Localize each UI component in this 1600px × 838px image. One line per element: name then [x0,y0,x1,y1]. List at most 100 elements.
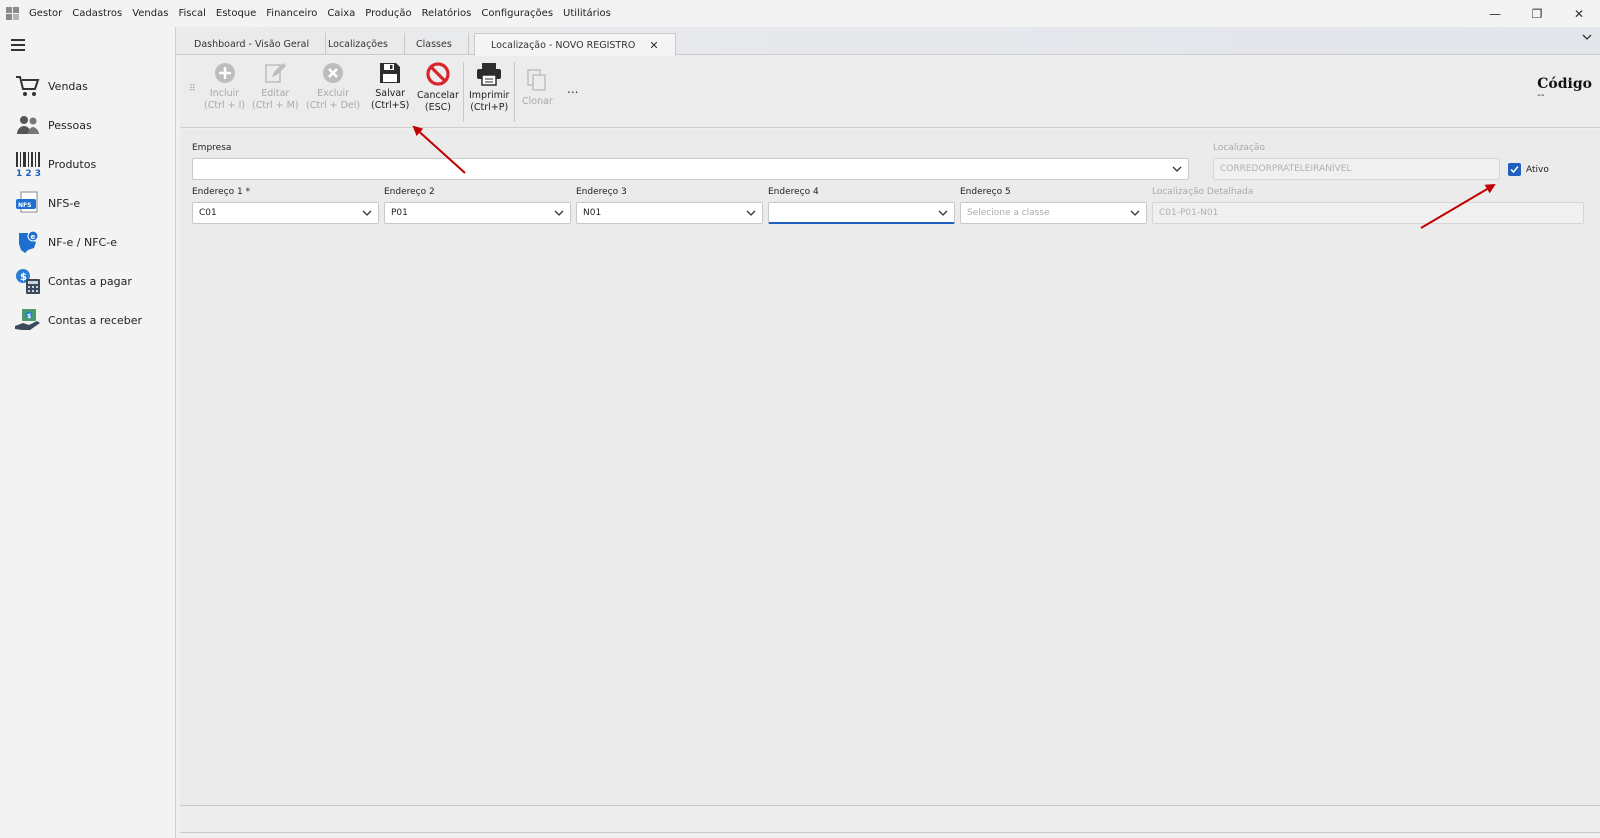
sidebar-item-contas-a-receber[interactable]: $ Contas a receber [14,303,174,337]
menu-vendas[interactable]: Vendas [127,8,173,19]
chevron-down-icon [1172,166,1182,172]
menu-financeiro[interactable]: Financeiro [261,8,322,19]
chevron-down-icon [554,210,564,216]
sidebar-item-label: Vendas [48,79,88,93]
empresa-select[interactable] [192,158,1189,180]
printer-icon [477,63,502,86]
sidebar-item-produtos[interactable]: 1 2 3 Produtos [14,147,174,181]
localizacao-detalhada-field: C01-P01-N01 [1152,202,1584,224]
chevron-down-icon [938,210,948,216]
incluir-button[interactable]: Incluir (Ctrl + I) [204,62,245,112]
bills-pay-icon: $ [14,267,42,295]
endereco3-select[interactable]: N01 [576,202,763,224]
svg-text:$: $ [27,313,31,320]
sidebar-item-label: Contas a pagar [48,274,132,288]
edit-icon [265,63,287,83]
sidebar-item-vendas[interactable]: Vendas [14,69,174,103]
cancelar-button[interactable]: Cancelar (ESC) [417,62,459,114]
close-tab-icon[interactable]: ✕ [649,39,658,52]
minimize-button[interactable]: — [1474,0,1516,27]
restore-button[interactable]: ❐ [1516,0,1558,27]
ativo-checkbox[interactable] [1508,163,1521,176]
sidebar-item-pessoas[interactable]: Pessoas [14,108,174,142]
delete-circle-icon [323,63,344,83]
salvar-button[interactable]: Salvar (Ctrl+S) [371,62,409,112]
nfe-icon: e [14,228,42,256]
imprimir-button[interactable]: Imprimir (Ctrl+P) [469,62,509,114]
svg-text:1 2 3: 1 2 3 [16,169,41,177]
app-icon [6,6,20,21]
sidebar-item-label: NF-e / NFC-e [48,235,117,249]
empresa-label: Empresa [192,143,232,153]
menu-bar: Gestor Cadastros Vendas Fiscal Estoque F… [24,8,616,19]
svg-text:$: $ [20,272,27,283]
toolbar-separator [514,62,515,122]
localizacao-field: CORREDORPRATELEIRANÍVEL [1213,158,1500,180]
ativo-label: Ativo [1526,165,1549,175]
endereco3-label: Endereço 3 [576,187,627,197]
excluir-button[interactable]: Excluir (Ctrl + Del) [306,62,360,112]
toolbar: ⠿ Incluir (Ctrl + I) Editar (Ctrl + M) E… [180,56,1600,128]
cart-icon [14,72,42,100]
tabs-dropdown-icon[interactable] [1582,33,1592,44]
codigo-panel: Código -- [1537,76,1592,101]
menu-producao[interactable]: Produção [360,8,416,19]
svg-text:e: e [31,233,36,241]
menu-relatorios[interactable]: Relatórios [417,8,477,19]
more-options-button[interactable]: ... [567,82,578,96]
endereco5-label: Endereço 5 [960,187,1011,197]
sidebar-item-label: Produtos [48,157,97,171]
save-icon [380,63,401,83]
localizacao-label: Localização [1213,143,1266,153]
menu-fiscal[interactable]: Fiscal [173,8,210,19]
menu-configuracoes[interactable]: Configurações [476,8,558,19]
tab-dashboard[interactable]: Dashboard - Visão Geral [178,33,327,55]
tab-strip: Dashboard - Visão Geral Localizações Cla… [176,27,1600,56]
sidebar-item-nfe-nfce[interactable]: e NF-e / NFC-e [14,225,174,259]
chevron-down-icon [746,210,756,216]
endereco4-select[interactable] [768,202,955,224]
sidebar-item-nfse[interactable]: NFS NFS-e [14,186,174,220]
plus-circle-icon [214,63,235,83]
endereco2-select[interactable]: P01 [384,202,571,224]
endereco4-label: Endereço 4 [768,187,819,197]
sidebar-item-label: Contas a receber [48,313,143,327]
barcode-icon: 1 2 3 [14,150,42,178]
sidebar-item-label: Pessoas [48,118,92,132]
close-window-button[interactable]: ✕ [1558,0,1600,27]
nfse-icon: NFS [14,189,42,217]
chevron-down-icon [362,210,372,216]
sidebar-item-label: NFS-e [48,196,81,210]
tab-classes[interactable]: Classes [400,33,469,55]
svg-text:NFS: NFS [18,202,31,209]
endereco1-select[interactable]: C01 [192,202,379,224]
sidebar-item-contas-a-pagar[interactable]: $ Contas a pagar [14,264,174,298]
endereco2-label: Endereço 2 [384,187,435,197]
check-icon [1510,166,1519,174]
endereco5-select[interactable]: Selecione a classe [960,202,1147,224]
clonar-button[interactable]: Clonar [522,68,553,108]
form-area: Empresa Localização CORREDORPRATELEIRANÍ… [180,129,1600,805]
tab-localizacoes[interactable]: Localizações [312,33,405,55]
editar-button[interactable]: Editar (Ctrl + M) [252,62,299,112]
endereco1-label: Endereço 1 * [192,187,251,197]
codigo-label: Código [1537,76,1592,92]
menu-caixa[interactable]: Caixa [322,8,360,19]
hamburger-menu-icon[interactable] [11,39,25,51]
menu-utilitarios[interactable]: Utilitários [558,8,616,19]
people-icon [14,111,42,139]
cancel-icon [426,62,450,86]
localizacao-detalhada-label: Localização Detalhada [1152,187,1254,197]
toolbar-separator [463,62,464,122]
bills-receive-icon: $ [14,306,42,334]
clone-icon [527,69,547,91]
tab-localizacao-novo-registro[interactable]: Localização - NOVO REGISTRO ✕ [474,33,676,56]
status-bar [180,805,1600,833]
chevron-down-icon [1130,210,1140,216]
title-bar: Gestor Cadastros Vendas Fiscal Estoque F… [0,0,1600,27]
sidebar: Vendas Pessoas 1 2 3 Produtos NFS NFS-e … [0,27,176,838]
toolbar-grip-icon[interactable]: ⠿ [189,84,196,94]
menu-gestor[interactable]: Gestor [24,8,67,19]
menu-cadastros[interactable]: Cadastros [67,8,127,19]
menu-estoque[interactable]: Estoque [211,8,261,19]
